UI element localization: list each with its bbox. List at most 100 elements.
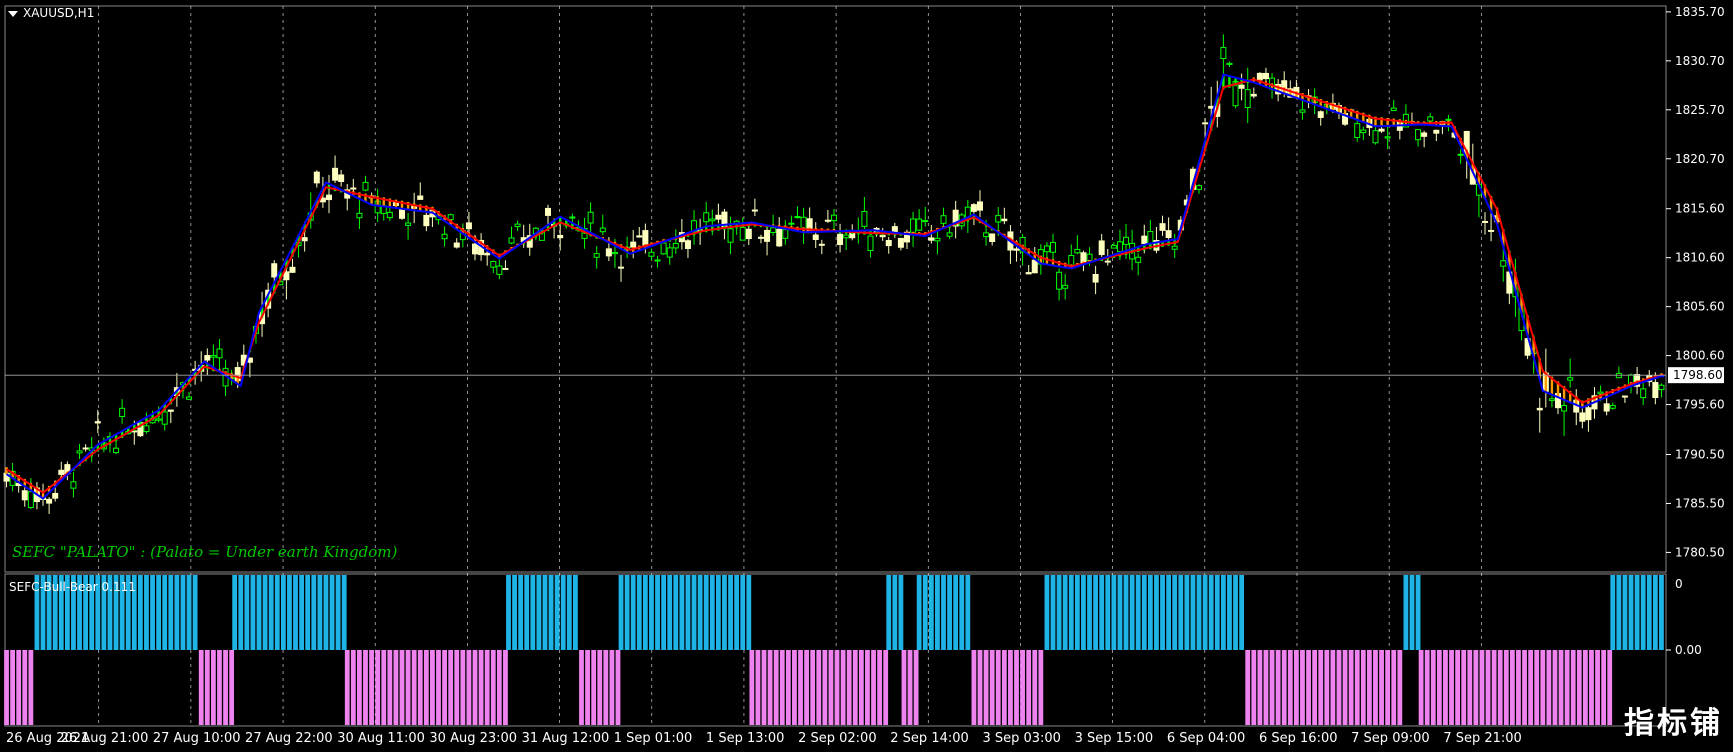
candle-body [818, 243, 825, 246]
candle-body [1658, 384, 1665, 391]
indicator-bar [22, 650, 28, 725]
indicator-bar [28, 650, 34, 725]
indicator-bar [1147, 575, 1153, 650]
indicator-bar [1436, 650, 1442, 725]
candle-body [770, 227, 777, 234]
candle-body [210, 355, 217, 358]
indicator-bar [755, 650, 761, 725]
indicator-bar [655, 575, 660, 650]
candle-body [587, 211, 594, 224]
price-tick-label: 1805.60 [1675, 300, 1725, 314]
candle-body [757, 236, 764, 239]
candle-body [82, 447, 89, 450]
indicator-bar [548, 575, 554, 650]
indicator-bar [1546, 650, 1552, 725]
indicator-bar [229, 650, 235, 725]
indicator-bar [1032, 650, 1038, 725]
indicator-bar [442, 650, 447, 725]
indicator-bar [846, 650, 852, 725]
candle-body [867, 235, 874, 252]
candle-body [928, 237, 935, 241]
price-tick-label: 1820.70 [1675, 152, 1725, 166]
indicator-bar [162, 575, 168, 650]
indicator-bar [922, 575, 928, 650]
candle-body [739, 226, 746, 241]
candle-body [837, 233, 844, 245]
indicator-bar [1306, 650, 1311, 725]
time-tick-label: 7 Sep 21:00 [1443, 731, 1522, 746]
indicator-bar [436, 650, 441, 725]
dropdown-triangle-icon[interactable] [8, 10, 18, 17]
candle-body [611, 251, 618, 255]
indicator-bar [1430, 650, 1436, 725]
indicator-bar [1233, 575, 1238, 650]
candle-body [484, 252, 491, 256]
indicator-bar [916, 575, 922, 650]
candle-body [271, 263, 278, 278]
candle-body [861, 210, 868, 227]
candle-body [660, 242, 667, 255]
indicator-bar [1558, 650, 1564, 725]
indicator-bar [244, 575, 250, 650]
indicator-bar [1342, 650, 1348, 725]
indicator-bar [1360, 650, 1366, 725]
indicator-bar [350, 650, 356, 725]
indicator-bar [852, 650, 858, 725]
candle-body [301, 237, 308, 242]
candle-body [119, 407, 126, 417]
symbol-label[interactable]: XAUUSD,H1 [8, 6, 94, 20]
candle-body [709, 218, 716, 222]
indicator-bar [1415, 575, 1421, 650]
candle-body [1226, 62, 1233, 65]
candle-body [1141, 235, 1148, 244]
indicator-bar [430, 650, 435, 725]
indicator-bar [989, 650, 995, 725]
indicator-bar [834, 650, 840, 725]
indicator-bar [959, 575, 965, 650]
indicator-bar [268, 575, 274, 650]
candle-body [27, 491, 34, 508]
indicator-bar [1467, 650, 1473, 725]
indicator-bar [691, 575, 697, 650]
indicator-bar [329, 575, 335, 650]
candle-body [1080, 252, 1087, 264]
indicator-bar [1202, 575, 1208, 650]
candle-body [1597, 391, 1604, 395]
indicator-bar [1172, 575, 1178, 650]
price-tick-label: 1810.60 [1675, 251, 1725, 265]
candle-body [1196, 185, 1203, 190]
indicator-bar [496, 650, 502, 725]
indicator-bar [597, 650, 603, 725]
indicator-bar [761, 650, 767, 725]
indicator-bar [1263, 650, 1269, 725]
time-tick-label: 30 Aug 23:00 [429, 731, 517, 746]
indicator-bar [256, 575, 262, 650]
indicator-bar [344, 650, 350, 725]
indicator-bar [1111, 575, 1117, 650]
indicator-bar [1628, 575, 1634, 650]
candle-body [922, 220, 929, 223]
candle-body [161, 411, 168, 425]
indicator-bar [1154, 575, 1159, 650]
indicator-bar [1634, 575, 1640, 650]
indicator-bar [1178, 575, 1184, 650]
candle-body [1256, 72, 1263, 81]
indicator-bar [1373, 650, 1378, 725]
indicator-bar [749, 650, 755, 725]
candle-body [989, 233, 996, 242]
candle-body [1001, 218, 1008, 222]
candle-body [1427, 116, 1434, 122]
indicator-bar [883, 650, 889, 725]
indicator-bar [524, 575, 530, 650]
indicator-bar [642, 575, 648, 650]
indicator-bar [4, 650, 9, 725]
indicator-bar [1287, 650, 1293, 725]
indicator-bar [1622, 575, 1628, 650]
candle-body [289, 266, 296, 273]
indicator-bar [335, 575, 341, 650]
indicator-bar [715, 575, 721, 650]
indicator-bar [1564, 650, 1570, 725]
candle-body [794, 216, 801, 219]
candle-body [350, 187, 357, 190]
indicator-bar [679, 575, 685, 650]
